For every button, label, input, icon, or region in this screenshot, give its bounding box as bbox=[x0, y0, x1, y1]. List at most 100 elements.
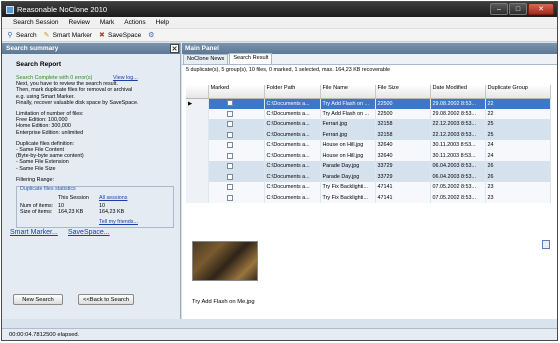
cell-date: 22.12.2003 8:53... bbox=[430, 129, 486, 140]
mark-checkbox[interactable] bbox=[226, 121, 233, 128]
cell-path: C:\Documents a... bbox=[264, 161, 321, 172]
col-duplicate-group[interactable]: Duplicate Group bbox=[485, 85, 551, 99]
cell-path: C:\Documents a... bbox=[264, 108, 321, 119]
close-panel-icon[interactable]: ✕ bbox=[170, 44, 179, 53]
tab-search-result[interactable]: Search Result bbox=[229, 53, 273, 64]
menu-bar: Search Session Review Mark Actions Help bbox=[2, 17, 557, 29]
back-to-search-button[interactable]: <<Back to Search bbox=[78, 294, 134, 305]
result-summary-line: 5 duplicate(s), 5 group(s), 10 files, 0 … bbox=[186, 67, 391, 73]
preview-file-name: Try Add Flash on Me.jpg bbox=[192, 299, 255, 305]
savespace-link[interactable]: SaveSpace... bbox=[68, 229, 110, 236]
cell-path: C:\Documents a... bbox=[264, 98, 321, 109]
cell-path: C:\Documents a... bbox=[264, 140, 321, 151]
mark-checkbox[interactable] bbox=[226, 173, 233, 180]
table-row[interactable]: C:\Documents a... Parade Day.jpg 33729 0… bbox=[186, 161, 551, 172]
status-bar: 00:00:04.7812500 elapsed. bbox=[2, 328, 557, 340]
table-row[interactable]: C:\Documents a... House on Hill.jpg 3264… bbox=[186, 140, 551, 151]
image-preview bbox=[192, 241, 258, 281]
cell-date: 07.05.2002 8:53... bbox=[430, 182, 486, 193]
table-row[interactable]: C:\Documents a... House on Hill.jpg 3264… bbox=[186, 150, 551, 161]
cell-path: C:\Documents a... bbox=[264, 119, 321, 130]
col-file-name[interactable]: File Name bbox=[320, 85, 376, 99]
filtering-range-label: Filtering Range: bbox=[16, 176, 55, 183]
cell-date: 06.04.2003 8:53... bbox=[430, 161, 486, 172]
app-icon bbox=[6, 5, 14, 14]
cell-date: 22.12.2003 8:53... bbox=[430, 119, 486, 130]
cell-name: House on Hill.jpg bbox=[320, 150, 376, 161]
col-marked[interactable]: Marked bbox=[208, 85, 265, 99]
menu-mark[interactable]: Mark bbox=[95, 19, 119, 26]
mark-checkbox[interactable] bbox=[226, 184, 233, 191]
cell-size: 32158 bbox=[375, 129, 431, 140]
stats-size-label: Size of items: bbox=[20, 209, 53, 216]
results-table: Marked Folder Path File Name File Size D… bbox=[186, 85, 551, 203]
cell-size: 33729 bbox=[375, 161, 431, 172]
close-button[interactable]: ✕ bbox=[528, 3, 554, 15]
smart-marker-button[interactable]: ✎ Smart Marker bbox=[43, 31, 92, 40]
cell-group: 25 bbox=[485, 119, 551, 130]
extra-tool-button[interactable]: ⚙ bbox=[147, 31, 155, 39]
document-icon[interactable] bbox=[542, 240, 550, 249]
tell-friends-link[interactable]: Tell my friends... bbox=[99, 219, 138, 225]
col-folder-path[interactable]: Folder Path bbox=[264, 85, 321, 99]
cell-path: C:\Documents a... bbox=[264, 192, 321, 203]
cell-group: 22 bbox=[485, 108, 551, 119]
cell-name: Try Add Flash on ... bbox=[320, 108, 376, 119]
cell-size: 33729 bbox=[375, 171, 431, 182]
cell-group: 26 bbox=[485, 171, 551, 182]
mark-checkbox[interactable] bbox=[226, 152, 233, 159]
col-indicator bbox=[186, 85, 209, 99]
window-title: Reasonable NoClone 2010 bbox=[17, 5, 108, 14]
cell-group: 23 bbox=[485, 182, 551, 193]
mark-checkbox[interactable] bbox=[226, 194, 233, 201]
cell-date: 06.04.2003 8:53... bbox=[430, 171, 486, 182]
search-button[interactable]: ⚲ Search bbox=[6, 31, 36, 40]
minimize-button[interactable]: – bbox=[490, 3, 508, 15]
search-summary-panel: Search summary ✕ Search Report Search Co… bbox=[2, 43, 181, 319]
mark-checkbox[interactable] bbox=[226, 142, 233, 149]
stats-col-all-sessions[interactable]: All sessions bbox=[99, 195, 127, 201]
cell-name: Ferrari.jpg bbox=[320, 119, 376, 130]
cell-name: Parade Day.jpg bbox=[320, 161, 376, 172]
table-row[interactable]: C:\Documents a... Try Fix Backlighti... … bbox=[186, 182, 551, 193]
tab-noclone-news[interactable]: NoClone News bbox=[183, 54, 229, 64]
mark-checkbox[interactable] bbox=[226, 163, 233, 170]
cell-date: 29.08.2002 8:53... bbox=[430, 108, 486, 119]
smart-marker-link[interactable]: Smart Marker... bbox=[10, 229, 58, 236]
mark-checkbox[interactable] bbox=[226, 110, 233, 117]
maximize-button[interactable]: □ bbox=[509, 3, 527, 15]
menu-review[interactable]: Review bbox=[64, 19, 95, 26]
table-row[interactable]: C:\Documents a... Parade Day.jpg 33729 0… bbox=[186, 171, 551, 182]
table-row[interactable]: C:\Documents a... Try Add Flash on ... 2… bbox=[186, 108, 551, 119]
link-icon: ⚙ bbox=[148, 32, 155, 39]
stats-size-session: 164,23 KB bbox=[58, 209, 84, 216]
duplicate-stats-box: Duplicate files statistics This Session … bbox=[16, 186, 174, 229]
menu-search-session[interactable]: Search Session bbox=[8, 19, 64, 26]
mark-checkbox[interactable] bbox=[226, 100, 233, 107]
table-row[interactable]: C:\Documents a... Try Fix Backlighti... … bbox=[186, 192, 551, 203]
new-search-button[interactable]: New Search bbox=[13, 294, 63, 305]
cell-size: 47141 bbox=[375, 192, 431, 203]
magic-wand-icon: ✎ bbox=[43, 32, 50, 39]
cell-size: 32640 bbox=[375, 150, 431, 161]
cell-size: 22500 bbox=[375, 98, 431, 109]
cell-group: 23 bbox=[485, 192, 551, 203]
title-bar: Reasonable NoClone 2010 – □ ✕ bbox=[2, 2, 557, 17]
table-row[interactable]: C:\Documents a... Ferrari.jpg 32158 22.1… bbox=[186, 129, 551, 140]
table-row[interactable]: C:\Documents a... Ferrari.jpg 32158 22.1… bbox=[186, 119, 551, 130]
cell-group: 22 bbox=[485, 98, 551, 109]
mark-checkbox[interactable] bbox=[226, 131, 233, 138]
savespace-button[interactable]: ✖ SaveSpace bbox=[98, 31, 141, 40]
view-log-link[interactable]: View log... bbox=[113, 75, 138, 81]
table-row[interactable]: ▶ C:\Documents a... Try Add Flash on ...… bbox=[186, 98, 551, 109]
search-icon: ⚲ bbox=[7, 32, 13, 39]
menu-actions[interactable]: Actions bbox=[119, 19, 150, 26]
cell-group: 25 bbox=[485, 129, 551, 140]
cell-size: 47141 bbox=[375, 182, 431, 193]
stats-col-this-session: This Session bbox=[58, 195, 89, 202]
menu-help[interactable]: Help bbox=[151, 19, 174, 26]
cell-size: 32158 bbox=[375, 119, 431, 130]
col-date-modified[interactable]: Date Modified bbox=[430, 85, 486, 99]
col-file-size[interactable]: File Size bbox=[375, 85, 431, 99]
app-window: Reasonable NoClone 2010 – □ ✕ Search Ses… bbox=[1, 1, 558, 341]
